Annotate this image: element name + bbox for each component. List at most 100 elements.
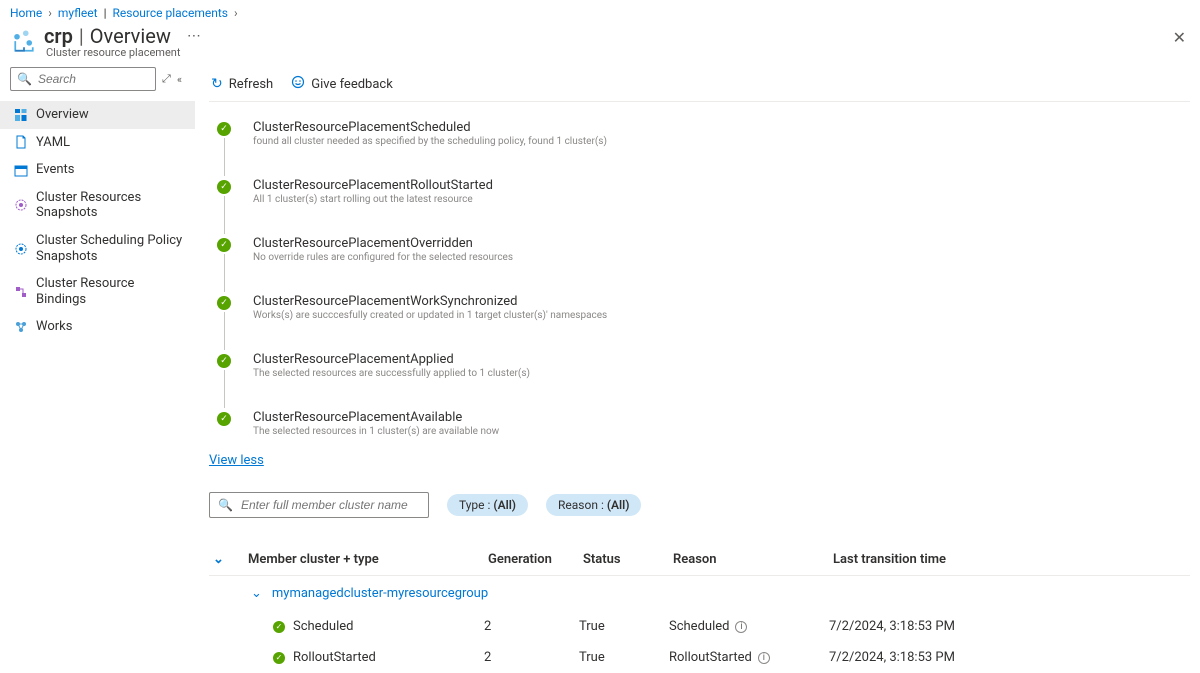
nav-snapshots[interactable]: Cluster Resources Snapshots [0, 184, 195, 227]
breadcrumb: Home › myfleet | Resource placements › [0, 0, 1200, 22]
nav-yaml-label: YAML [36, 135, 70, 151]
row-type: RolloutStarted [293, 650, 376, 665]
table-row: ✓ RolloutStarted 2 True RolloutStarted i… [209, 642, 1190, 673]
toolbar: ↻ Refresh Give feedback [209, 67, 1190, 102]
works-icon [14, 320, 28, 334]
timeline-title: ClusterResourcePlacementRolloutStarted [253, 178, 493, 193]
timeline-title: ClusterResourcePlacementAvailable [253, 410, 499, 425]
col-generation[interactable]: Generation [488, 552, 583, 567]
table-row: ✓ Scheduled 2 True Scheduled i 7/2/2024,… [209, 611, 1190, 642]
page-title: Overview [90, 24, 171, 48]
chevron-right-icon: › [48, 6, 52, 20]
nav-overview[interactable]: Overview [0, 101, 195, 129]
expand-all-button[interactable]: ⤢ [162, 72, 171, 86]
cluster-search[interactable]: 🔍 [209, 492, 429, 518]
nav-scheduling[interactable]: Cluster Scheduling Policy Snapshots [0, 227, 195, 270]
breadcrumb-fleet[interactable]: myfleet [58, 6, 98, 20]
cluster-search-input[interactable] [239, 497, 420, 513]
nav-works[interactable]: Works [0, 313, 195, 341]
timeline-desc: All 1 cluster(s) start rolling out the l… [253, 194, 493, 205]
snapshot-icon [14, 198, 28, 212]
success-icon: ✓ [217, 296, 231, 310]
timeline-desc: found all cluster needed as specified by… [253, 136, 607, 147]
nav-overview-label: Overview [36, 107, 89, 123]
col-member[interactable]: Member cluster + type [248, 552, 488, 567]
events-icon [14, 163, 28, 177]
timeline-desc: The selected resources in 1 cluster(s) a… [253, 426, 499, 437]
feedback-button[interactable]: Give feedback [291, 75, 393, 93]
reason-filter-label: Reason : [558, 498, 607, 512]
timeline-item: ✓ ClusterResourcePlacementOverridden No … [209, 236, 1190, 294]
title-separator: | [79, 24, 84, 48]
scheduling-icon [14, 242, 28, 256]
expand-all-toggle[interactable]: ⌄ [213, 552, 248, 567]
timeline-title: ClusterResourcePlacementOverridden [253, 236, 513, 251]
refresh-label: Refresh [229, 77, 273, 92]
nav-events[interactable]: Events [0, 156, 195, 184]
close-button[interactable]: ✕ [1173, 28, 1186, 47]
view-less-link[interactable]: View less [209, 453, 264, 468]
main-content: ↻ Refresh Give feedback ✓ ClusterResourc… [195, 67, 1200, 673]
sidebar: 🔍 ⤢ « Overview YAML [0, 67, 195, 673]
row-status: True [579, 619, 669, 634]
success-icon: ✓ [217, 122, 231, 136]
row-type: Scheduled [293, 619, 353, 634]
timeline-title: ClusterResourcePlacementScheduled [253, 120, 607, 135]
row-reason: RolloutStarted [669, 650, 752, 665]
page-header: crp | Overview ⋯ Cluster resource placem… [0, 22, 1200, 67]
refresh-icon: ↻ [211, 76, 223, 92]
info-icon[interactable]: i [735, 621, 747, 633]
bindings-icon [14, 285, 28, 299]
info-icon[interactable]: i [758, 652, 770, 664]
refresh-button[interactable]: ↻ Refresh [211, 76, 273, 92]
nav-yaml[interactable]: YAML [0, 129, 195, 157]
chevron-right-icon: › [234, 6, 238, 20]
timeline-item: ✓ ClusterResourcePlacementScheduled foun… [209, 120, 1190, 178]
type-filter-value: (All) [493, 498, 516, 512]
nav-bindings-label: Cluster Resource Bindings [36, 276, 187, 307]
placements-table: ⌄ Member cluster + type Generation Statu… [209, 544, 1190, 673]
success-icon: ✓ [217, 412, 231, 426]
success-icon: ✓ [217, 354, 231, 368]
success-icon: ✓ [217, 180, 231, 194]
row-reason: Scheduled [669, 619, 729, 634]
nav-events-label: Events [36, 162, 74, 178]
timeline-desc: The selected resources are successfully … [253, 368, 530, 379]
filter-row: 🔍 Type : (All) Reason : (All) [209, 492, 1190, 518]
nav-menu: Overview YAML Events Cluster Resources S… [0, 101, 195, 341]
feedback-label: Give feedback [311, 77, 393, 92]
search-icon: 🔍 [218, 498, 233, 512]
chevron-down-icon[interactable]: ⌄ [251, 586, 262, 601]
search-icon: 🔍 [17, 72, 32, 86]
nav-works-label: Works [36, 319, 72, 335]
timeline-title: ClusterResourcePlacementWorkSynchronized [253, 294, 607, 309]
resource-title: crp [44, 24, 73, 48]
success-icon: ✓ [217, 238, 231, 252]
col-status[interactable]: Status [583, 552, 673, 567]
breadcrumb-home[interactable]: Home [10, 6, 42, 20]
timeline-item: ✓ ClusterResourcePlacementApplied The se… [209, 352, 1190, 410]
timeline-desc: No override rules are configured for the… [253, 252, 513, 263]
view-less: View less [209, 453, 1190, 468]
reason-filter-value: (All) [607, 498, 630, 512]
timeline-desc: Works(s) are succcesfully created or upd… [253, 310, 607, 321]
nav-scheduling-label: Cluster Scheduling Policy Snapshots [36, 233, 187, 264]
search-input[interactable] [36, 71, 149, 87]
type-filter-label: Type : [459, 498, 493, 512]
col-time[interactable]: Last transition time [833, 552, 1186, 567]
table-group-row[interactable]: ⌄ mymanagedcluster-myresourcegroup [209, 576, 1190, 611]
success-icon: ✓ [273, 652, 285, 664]
breadcrumb-section[interactable]: Resource placements [113, 6, 228, 20]
feedback-icon [291, 75, 305, 93]
type-filter-pill[interactable]: Type : (All) [447, 494, 528, 516]
sidebar-search[interactable]: 🔍 [10, 67, 156, 91]
collapse-sidebar-button[interactable]: « [177, 73, 182, 86]
more-actions-button[interactable]: ⋯ [187, 28, 201, 44]
document-icon [14, 135, 28, 149]
row-generation: 2 [484, 619, 579, 634]
table-header: ⌄ Member cluster + type Generation Statu… [209, 544, 1190, 576]
col-reason[interactable]: Reason [673, 552, 833, 567]
cluster-link[interactable]: mymanagedcluster-myresourcegroup [272, 586, 488, 601]
reason-filter-pill[interactable]: Reason : (All) [546, 494, 641, 516]
nav-bindings[interactable]: Cluster Resource Bindings [0, 270, 195, 313]
